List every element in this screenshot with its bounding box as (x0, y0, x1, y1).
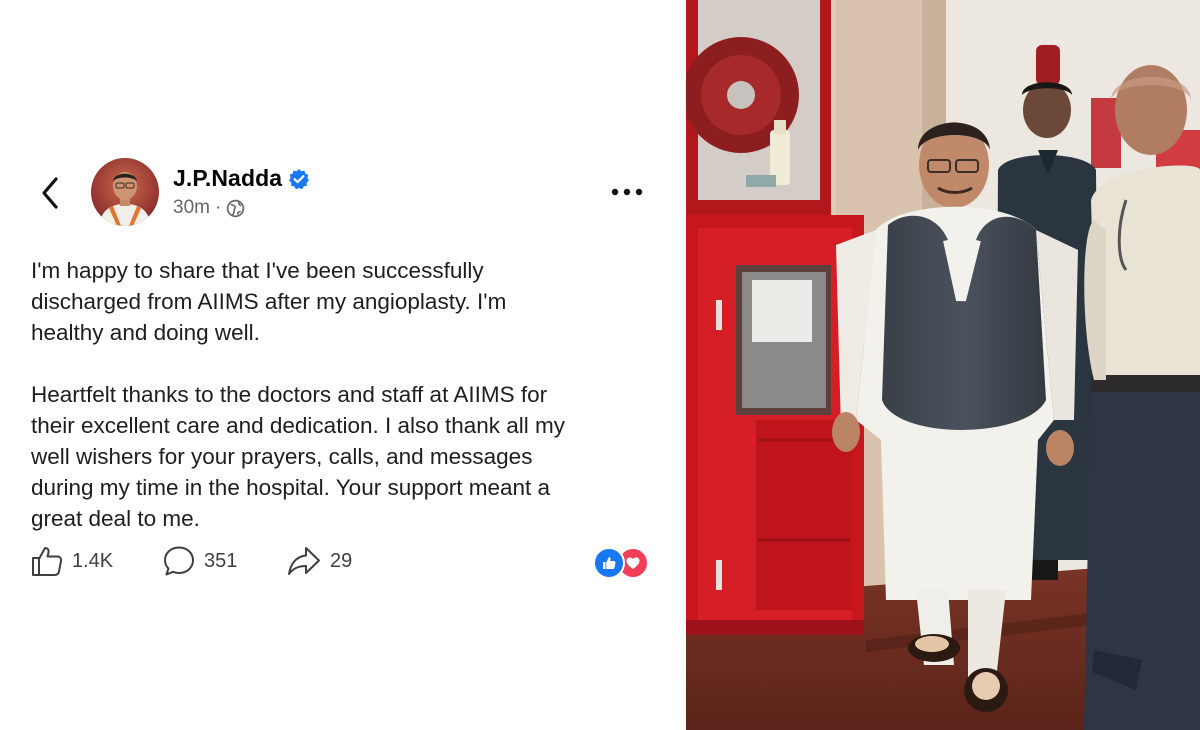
reaction-summary[interactable] (593, 547, 653, 579)
share-arrow-icon (288, 547, 320, 575)
screenshot: J.P.Nadda 30m · I'm happy to share that … (0, 0, 1200, 730)
post-paragraph: I'm happy to share that I've been succes… (31, 258, 507, 345)
comment-count: 351 (204, 549, 238, 572)
comment-button[interactable]: 351 (162, 544, 237, 578)
post-card: J.P.Nadda 30m · I'm happy to share that … (0, 0, 686, 730)
author-row: J.P.Nadda (173, 165, 310, 192)
like-reaction-icon (593, 547, 625, 579)
verified-badge-icon (288, 168, 310, 190)
post-header: J.P.Nadda 30m · (0, 155, 686, 235)
avatar[interactable] (91, 158, 159, 226)
post-actions: 1.4K 351 29 (30, 540, 660, 586)
more-options-button[interactable] (604, 177, 650, 207)
post-time[interactable]: 30m (173, 197, 210, 219)
like-button[interactable]: 1.4K (30, 544, 113, 578)
post-body: I'm happy to share that I've been succes… (31, 255, 661, 534)
author-name[interactable]: J.P.Nadda (173, 165, 282, 192)
meta-separator: · (214, 197, 222, 218)
share-button[interactable]: 29 (286, 544, 352, 578)
more-horizontal-icon (611, 188, 643, 196)
post-photo[interactable] (686, 0, 1200, 730)
chevron-left-icon (42, 177, 58, 209)
post-meta: 30m · (173, 197, 245, 219)
like-count: 1.4K (72, 549, 114, 572)
globe-icon[interactable] (226, 199, 245, 218)
thumbs-up-icon (32, 547, 63, 576)
post-paragraph: Heartfelt thanks to the doctors and staf… (31, 382, 566, 531)
back-button[interactable] (32, 173, 68, 213)
comment-bubble-icon (164, 546, 194, 576)
share-count: 29 (330, 549, 353, 572)
